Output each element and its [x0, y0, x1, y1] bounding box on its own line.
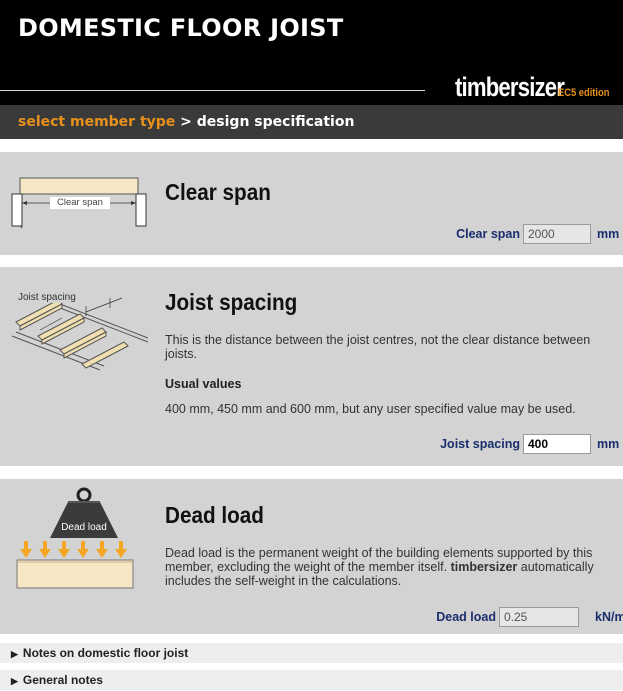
header-divider — [0, 90, 425, 91]
clear-span-field-label: Clear span — [456, 227, 520, 241]
breadcrumb-current: design specification — [196, 114, 355, 130]
page-title: DOMESTIC FLOOR JOIST — [18, 14, 344, 42]
general-notes-toggle[interactable]: ▶ General notes — [0, 670, 623, 690]
joist-spacing-field-label: Joist spacing — [440, 437, 520, 451]
dead-load-diagram-label: Dead load — [61, 522, 107, 533]
breadcrumb: select member type > design specificatio… — [0, 105, 623, 139]
joist-spacing-field: Joist spacing mm — [440, 434, 623, 454]
joist-spacing-input[interactable] — [523, 434, 591, 454]
dead-load-field: Dead load kN/m² — [436, 607, 623, 627]
joist-spacing-diagram-label: Joist spacing — [18, 292, 76, 303]
joist-spacing-description: This is the distance between the joist c… — [165, 333, 591, 361]
joist-spacing-heading: Joist spacing — [165, 289, 298, 315]
brand-logo: timbersizerEC5 edition — [431, 72, 619, 103]
brand-edition: EC5 edition — [558, 87, 610, 99]
breadcrumb-select-member-type-link[interactable]: select member type — [18, 114, 175, 130]
clear-span-field: Clear span mm — [456, 224, 623, 244]
breadcrumb-separator: > — [175, 114, 197, 130]
dead-load-diagram — [16, 487, 134, 589]
usual-values-title: Usual values — [165, 377, 242, 391]
expand-triangle-icon: ▶ — [11, 649, 18, 659]
dead-load-description: Dead load is the permanent weight of the… — [165, 546, 620, 588]
dead-load-unit: kN/m² — [595, 610, 623, 624]
dead-load-description-brand: timbersizer — [450, 560, 518, 574]
app-header: DOMESTIC FLOOR JOIST timbersizerEC5 edit… — [0, 0, 623, 105]
general-notes-label: General notes — [22, 673, 103, 687]
clear-span-unit: mm — [597, 227, 620, 241]
clear-span-heading: Clear span — [165, 179, 271, 205]
joist-spacing-unit: mm — [597, 437, 620, 451]
clear-span-diagram-label: Clear span — [57, 197, 103, 208]
dead-load-input[interactable] — [499, 607, 579, 627]
dead-load-field-label: Dead load — [436, 610, 496, 624]
usual-values-text: 400 mm, 450 mm and 600 mm, but any user … — [165, 402, 576, 416]
brand-name: timbersizer — [455, 72, 565, 102]
clear-span-input[interactable] — [523, 224, 591, 244]
expand-triangle-icon: ▶ — [11, 676, 18, 686]
notes-domestic-label: Notes on domestic floor joist — [22, 646, 189, 660]
dead-load-heading: Dead load — [165, 502, 264, 528]
notes-domestic-floor-joist-toggle[interactable]: ▶ Notes on domestic floor joist — [0, 643, 623, 663]
